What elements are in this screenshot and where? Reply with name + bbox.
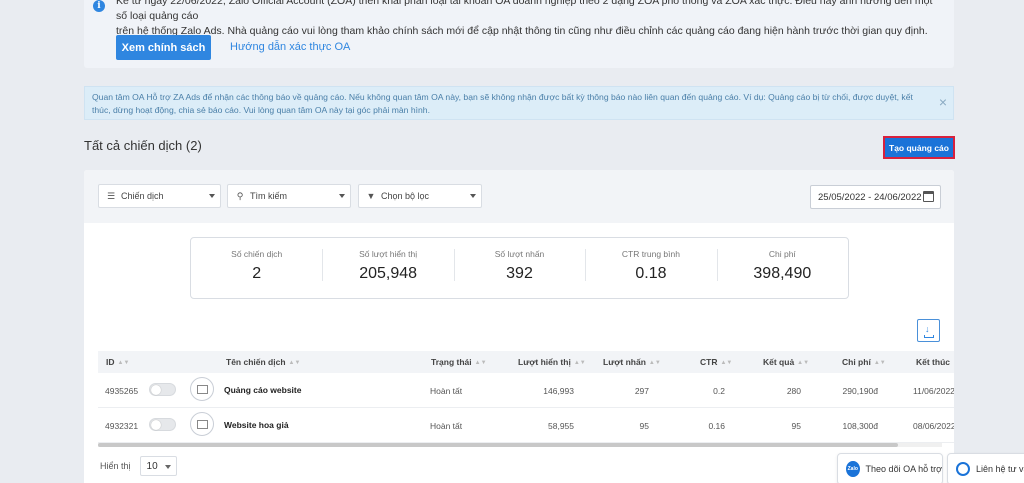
col-id[interactable]: ID ▲▼ [106,357,129,367]
cell-end: 08/06/2022 [913,421,954,431]
oa-follow-alert: Quan tâm OA Hỗ trợ ZA Ads để nhận các th… [84,86,954,120]
download-icon: ↓ [925,324,930,334]
level-select-value: Chiến dịch [121,191,164,201]
stat-label: Số lượt nhấn [494,249,545,259]
alert-text: Quan tâm OA Hỗ trợ ZA Ads để nhận các th… [92,92,913,115]
stat-ctr: CTR trung bình 0.18 [585,238,716,298]
verify-oa-guide-link[interactable]: Hướng dẫn xác thực OA [230,41,350,53]
cell-results: 280 [786,386,801,396]
search-select[interactable]: ⚲ Tìm kiếm [227,184,351,208]
campaign-card: ☰ Chiến dịch ⚲ Tìm kiếm ▼ Chọn bộ lọc 25… [84,170,954,483]
stat-value: 205,948 [359,265,418,282]
page-size-control: Hiển thị 10 [100,456,177,476]
campaign-name-link[interactable]: Quảng cáo website [224,385,301,395]
stat-cost: Chi phí 398,490 [716,238,848,298]
chevron-down-icon [339,194,345,198]
stat-value: 2 [252,265,262,282]
create-ad-button[interactable]: Tạo quảng cáo [883,136,955,159]
follow-oa-label: Theo dõi OA hỗ trợ [865,464,942,474]
download-button[interactable]: ↓ [917,319,940,342]
date-range-picker[interactable]: 25/05/2022 - 24/06/2022 [810,185,941,209]
table-header: ID ▲▼ Tên chiến dịch ▲▼ Trạng thái ▲▼ Lượt … [98,351,954,373]
campaign-thumbnail [190,412,214,436]
col-cost[interactable]: Chi phí ▲▼ [842,357,886,367]
cell-id: 4932321 [105,421,139,431]
stat-label: CTR trung bình [621,249,680,259]
level-select[interactable]: ☰ Chiến dịch [98,184,221,208]
search-icon: ⚲ [236,190,244,201]
date-range-value: 25/05/2022 - 24/06/2022 [818,191,922,203]
stat-impressions: Số lượt hiển thị 205,948 [322,238,453,298]
contact-widget[interactable]: Liên hệ tư vấn [947,453,1024,483]
horizontal-scrollbar[interactable] [98,443,898,447]
page-size-select[interactable]: 10 [139,456,177,476]
stat-label: Số lượt hiển thị [359,249,418,259]
col-clicks[interactable]: Lượt nhấn ▲▼ [603,357,661,367]
stat-label: Số chiến dịch [231,249,283,259]
close-icon[interactable]: × [939,94,947,110]
cell-results: 95 [791,421,801,431]
cell-cost: 290,190đ [842,386,878,396]
page-size-value: 10 [146,461,158,472]
col-name[interactable]: Tên chiến dịch ▲▼ [226,357,300,367]
table-row[interactable]: 4932321 Website hoa giả Hoàn tất 58,955 … [98,408,954,443]
filter-select[interactable]: ▼ Chọn bộ lọc [358,184,482,208]
cell-id: 4935265 [105,386,139,396]
campaign-name-link[interactable]: Website hoa giả [224,420,289,430]
notice-line-2: trên hệ thống Zalo Ads. Nhà quảng cáo vu… [116,25,928,37]
campaign-toggle[interactable] [149,383,176,396]
stat-label: Chi phí [768,249,796,259]
cell-end: 11/06/2022 [913,386,954,396]
cell-status: Hoàn tất [430,421,463,431]
follow-oa-widget[interactable]: Zalo Theo dõi OA hỗ trợ [837,453,943,483]
chevron-down-icon [209,194,215,198]
stats-summary: Số chiến dịch 2 Số lượt hiển thị 205,948… [190,237,849,299]
stat-value: 0.18 [635,265,667,282]
cell-clicks: 95 [639,421,649,431]
toggle-knob [151,385,161,395]
image-icon [197,385,208,394]
view-policy-button[interactable]: Xem chính sách [116,35,211,60]
campaign-toggle[interactable] [149,418,176,431]
stat-value: 398,490 [753,265,812,282]
stat-value: 392 [506,265,533,282]
search-select-value: Tìm kiếm [250,191,287,201]
page-size-label: Hiển thị [100,461,131,471]
col-impressions[interactable]: Lượt hiển thị ▲▼ [518,357,586,367]
funnel-icon: ▼ [366,191,376,201]
col-end[interactable]: Kết thúc [916,357,950,367]
table-row[interactable]: 4935265 Quảng cáo website Hoàn tất 146,9… [98,373,954,408]
contact-label: Liên hệ tư vấn [976,464,1024,474]
zalo-icon: Zalo [846,461,860,477]
cell-clicks: 297 [634,386,649,396]
col-ctr[interactable]: CTR ▲▼ [700,357,732,367]
image-icon [197,420,208,429]
info-icon: i [93,0,105,12]
cell-impressions: 146,993 [543,386,574,396]
chevron-down-icon [470,194,476,198]
col-status[interactable]: Trạng thái ▲▼ [431,357,487,367]
toggle-knob [151,420,161,430]
download-tray [924,335,934,338]
stat-campaigns: Số chiến dịch 2 [191,238,322,298]
policy-notice: i Kể từ ngày 22/06/2022, Zalo Official A… [84,0,954,68]
filter-bar: ☰ Chiến dịch ⚲ Tìm kiếm ▼ Chọn bộ lọc 25… [84,170,954,223]
notice-text: Kể từ ngày 22/06/2022, Zalo Official Acc… [116,0,946,39]
page-title: Tất cả chiến dịch (2) [84,138,202,153]
notice-line-1: Kể từ ngày 22/06/2022, Zalo Official Acc… [116,0,933,22]
campaign-thumbnail [190,377,214,401]
stat-clicks: Số lượt nhấn 392 [453,238,585,298]
cell-impressions: 58,955 [548,421,574,431]
headset-icon [956,462,970,476]
list-icon: ☰ [106,190,116,201]
chevron-down-icon [164,465,171,469]
col-results[interactable]: Kết quả ▲▼ [763,357,809,367]
cell-status: Hoàn tất [430,386,463,396]
cell-ctr: 0.2 [713,386,725,396]
cell-cost: 108,300đ [842,421,878,431]
filter-select-value: Chọn bộ lọc [381,191,430,201]
calendar-icon [923,191,934,202]
cell-ctr: 0.16 [708,421,725,431]
